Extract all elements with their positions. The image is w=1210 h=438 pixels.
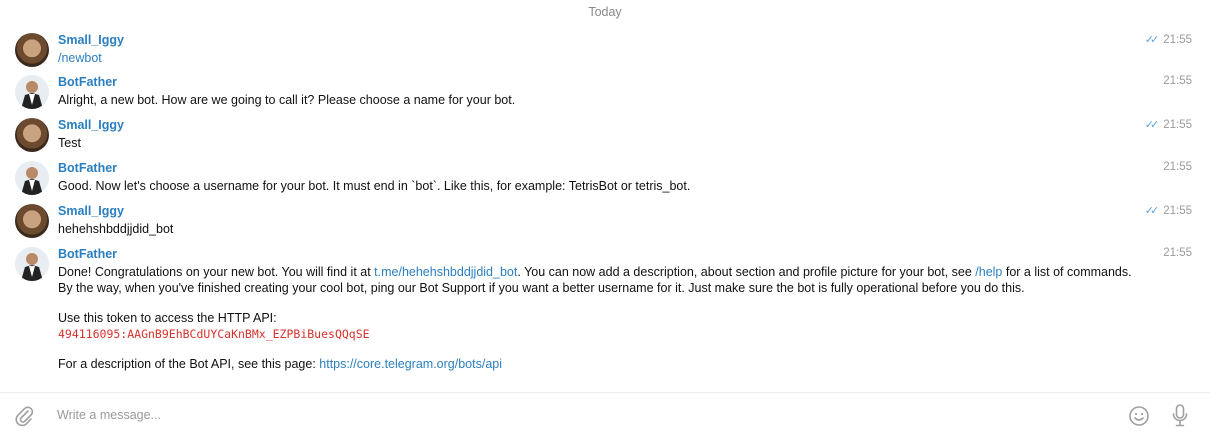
token-intro: Use this token to access the HTTP API: [58,311,277,325]
avatar[interactable] [15,161,49,195]
double-check-icon: ✓✓ [1144,119,1160,131]
double-check-icon: ✓✓ [1144,34,1160,46]
message-time: 21:55 [1163,75,1192,87]
time-label: 21:55 [1163,247,1192,259]
message-text: Done! Congratulations on your new bot. Y… [58,264,1138,372]
time-label: 21:55 [1163,118,1192,131]
message-paragraph: Done! Congratulations on your new bot. Y… [58,264,1138,296]
sender-name[interactable]: BotFather [58,75,117,89]
message-time: ✓✓ 21:55 [1144,33,1192,47]
sender-name[interactable]: Small_Iggy [58,33,124,47]
emoji-icon[interactable] [1128,405,1150,427]
avatar[interactable] [15,247,49,281]
message-time: 21:55 [1163,161,1192,173]
message-input[interactable]: Write a message... [57,408,161,422]
text-span: For a description of the Bot API, see th… [58,357,320,371]
sender-name[interactable]: BotFather [58,247,117,261]
avatar[interactable] [15,75,49,109]
message-text[interactable]: /newbot [58,50,1138,66]
microphone-icon[interactable] [1170,403,1190,429]
double-check-icon: ✓✓ [1144,205,1160,217]
message-text: Test [58,136,81,150]
sender-name[interactable]: Small_Iggy [58,118,124,132]
help-command-link[interactable]: /help [975,265,1002,279]
time-label: 21:55 [1163,75,1192,87]
api-token[interactable]: 494116095:AAGnB9EhBCdUYCaKnBMx_EZPBiBues… [58,326,1138,342]
avatar[interactable] [15,204,49,238]
date-separator: Today [588,5,622,19]
text-span: Done! Congratulations on your new bot. Y… [58,265,375,279]
sender-name[interactable]: Small_Iggy [58,204,124,218]
api-paragraph: For a description of the Bot API, see th… [58,356,1138,372]
bot-link[interactable]: t.me/hehehshbddjjdid_bot [374,265,517,279]
time-label: 21:55 [1163,33,1192,46]
message-time: ✓✓ 21:55 [1144,118,1192,132]
message-text: Good. Now let's choose a username for yo… [58,179,691,193]
avatar[interactable] [15,118,49,152]
text-span: . You can now add a description, about s… [517,265,976,279]
time-label: 21:55 [1163,204,1192,217]
time-label: 21:55 [1163,161,1192,173]
message-composer: Write a message... [0,392,1210,438]
message-text: Alright, a new bot. How are we going to … [58,93,516,107]
api-docs-link[interactable]: https://core.telegram.org/bots/api [319,357,502,371]
sender-name[interactable]: BotFather [58,161,117,175]
paperclip-icon[interactable] [14,405,34,427]
message-time: ✓✓ 21:55 [1144,204,1192,218]
message-time: 21:55 [1163,247,1192,259]
avatar[interactable] [15,33,49,67]
message-text: hehehshbddjjdid_bot [58,222,174,236]
